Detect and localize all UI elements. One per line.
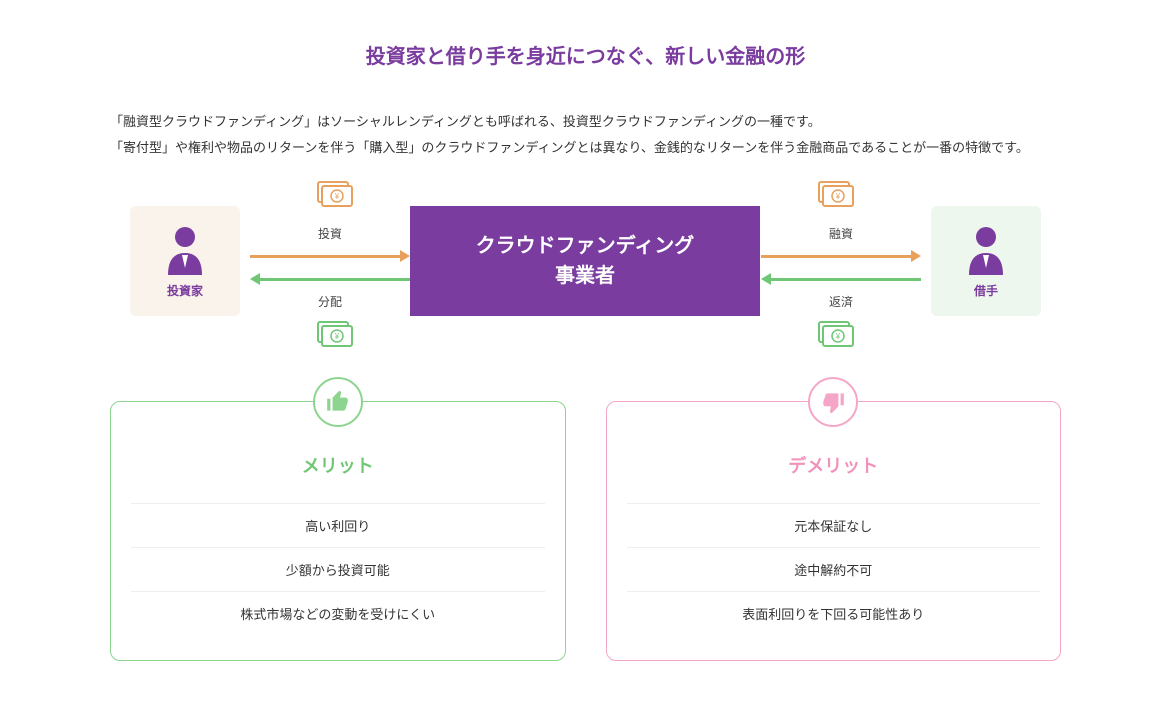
center-line-1: クラウドファンディング: [476, 231, 695, 261]
arrow-finance-group: 融資: [761, 221, 921, 266]
arrow-repay-group: 返済: [761, 269, 921, 314]
arrow-distribute-group: 分配: [250, 269, 410, 314]
arrow-invest-group: 投資: [250, 221, 410, 266]
arrow-repay-label: 返済: [761, 293, 921, 310]
borrower-box: 借手: [931, 206, 1041, 316]
merit-item: 高い利回り: [131, 503, 545, 547]
description: 「融資型クラウドファンディング」はソーシャルレンディングとも呼ばれる、投資型クラ…: [110, 109, 1061, 161]
arrow-finance: [761, 246, 921, 266]
demerit-item: 元本保証なし: [627, 503, 1041, 547]
arrow-finance-label: 融資: [761, 225, 921, 242]
money-icon-green-left: ¥: [315, 319, 355, 354]
arrow-distribute-label: 分配: [250, 293, 410, 310]
center-entity-box: クラウドファンディング 事業者: [410, 206, 760, 316]
thumbs-up-icon: [313, 377, 363, 427]
description-line-1: 「融資型クラウドファンディング」はソーシャルレンディングとも呼ばれる、投資型クラ…: [110, 109, 1061, 135]
investor-box: 投資家: [130, 206, 240, 316]
arrow-distribute: [250, 269, 410, 289]
merit-item: 株式市場などの変動を受けにくい: [131, 591, 545, 635]
description-line-2: 「寄付型」や権利や物品のリターンを伴う「購入型」のクラウドファンディングとは異な…: [110, 135, 1061, 161]
flow-diagram: 投資家 ¥ 投資 分配 ¥ クラウドファンディング 事業者 ¥ 融資: [130, 191, 1041, 361]
page-title: 投資家と借り手を身近につなぐ、新しい金融の形: [110, 40, 1061, 69]
svg-text:¥: ¥: [835, 332, 841, 341]
arrow-invest: [250, 246, 410, 266]
center-line-2: 事業者: [555, 261, 615, 291]
demerit-box: デメリット 元本保証なし 途中解約不可 表面利回りを下回る可能性あり: [606, 401, 1062, 661]
thumbs-down-icon: [808, 377, 858, 427]
svg-text:¥: ¥: [334, 332, 340, 341]
money-icon-orange-left: ¥: [315, 179, 355, 214]
demerit-item: 表面利回りを下回る可能性あり: [627, 591, 1041, 635]
merit-item: 少額から投資可能: [131, 547, 545, 591]
merit-box: メリット 高い利回り 少額から投資可能 株式市場などの変動を受けにくい: [110, 401, 566, 661]
demerit-title: デメリット: [627, 452, 1041, 478]
investor-person-icon: [160, 223, 210, 278]
borrower-person-icon: [961, 223, 1011, 278]
borrower-label: 借手: [974, 282, 998, 299]
demerit-item: 途中解約不可: [627, 547, 1041, 591]
svg-text:¥: ¥: [835, 192, 841, 201]
svg-text:¥: ¥: [334, 192, 340, 201]
arrow-repay: [761, 269, 921, 289]
arrow-invest-label: 投資: [250, 225, 410, 242]
money-icon-orange-right: ¥: [816, 179, 856, 214]
merit-title: メリット: [131, 452, 545, 478]
investor-label: 投資家: [167, 282, 203, 299]
money-icon-green-right: ¥: [816, 319, 856, 354]
